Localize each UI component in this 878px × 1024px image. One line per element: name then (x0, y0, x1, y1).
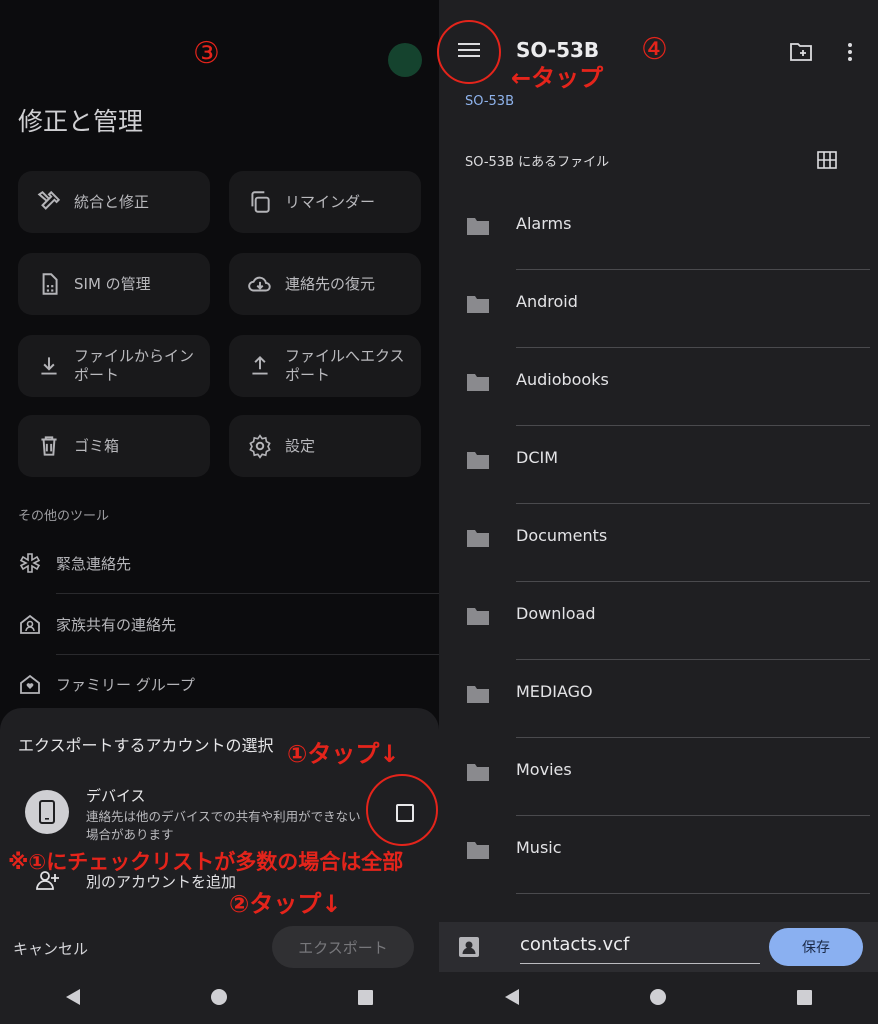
tile-import-file[interactable]: ファイルからインポート (18, 335, 210, 397)
folder-icon (467, 686, 489, 703)
more-vert-icon[interactable] (845, 40, 855, 64)
page-title: 修正と管理 (18, 107, 144, 136)
tile-trash[interactable]: ゴミ箱 (18, 415, 210, 477)
upload-icon (252, 355, 268, 375)
folder-icon (467, 452, 489, 469)
system-nav-bar (0, 970, 439, 1024)
folder-name: DCIM (516, 448, 559, 467)
copy-icon (251, 191, 270, 213)
download-icon (41, 357, 57, 375)
folder-row[interactable]: Audiobooks (439, 348, 878, 426)
sheet-title: エクスポートするアカウントの選択 (18, 736, 274, 755)
contact-card-icon (459, 937, 479, 957)
folder-name: MEDIAGO (516, 682, 593, 701)
tile-restore-contacts[interactable]: 連絡先の復元 (229, 253, 421, 315)
phone-icon (39, 800, 55, 824)
folder-name: Documents (516, 526, 608, 545)
annotation-tap2: ②タップ↓ (229, 890, 342, 918)
folder-row[interactable]: MEDIAGO (439, 660, 878, 738)
tile-settings[interactable]: 設定 (229, 415, 421, 477)
annotation-note: ※①にチェックリストが多数の場合は全部 (8, 850, 404, 874)
tile-label: 統合と修正 (74, 192, 150, 211)
tool-emergency-contacts[interactable]: 緊急連絡先 (18, 533, 439, 593)
folder-icon (467, 608, 489, 625)
folder-row[interactable]: Music (439, 816, 878, 894)
tool-label: ファミリー グループ (56, 675, 195, 694)
device-avatar (25, 790, 69, 834)
system-nav-bar (439, 970, 878, 1024)
divider (516, 893, 870, 894)
save-bar: contacts.vcf 保存 (439, 922, 878, 972)
tile-label: ファイルからインポート (74, 347, 195, 384)
annotation-step4: ④ (641, 32, 668, 67)
back-icon[interactable] (504, 989, 519, 1005)
tile-merge-fix[interactable]: 統合と修正 (18, 171, 210, 233)
tool-family-shared-contacts[interactable]: 家族共有の連絡先 (18, 594, 439, 654)
family-group-icon (20, 674, 40, 694)
recents-icon[interactable] (797, 989, 813, 1005)
device-account-name: デバイス (86, 787, 146, 805)
emergency-icon (19, 553, 41, 573)
breadcrumb[interactable]: SO-53B (465, 94, 514, 109)
folder-name: Music (516, 838, 562, 857)
folder-row[interactable]: Documents (439, 504, 878, 582)
sim-card-icon (42, 273, 58, 295)
home-icon[interactable] (649, 989, 666, 1005)
tool-label: 緊急連絡先 (56, 554, 132, 573)
home-icon[interactable] (210, 989, 227, 1005)
file-picker-screen: SO-53B SO-53B SO-53B にあるファイル Alarms Andro… (439, 0, 878, 1024)
tool-family-group[interactable]: ファミリー グループ (18, 654, 439, 714)
tile-label: ゴミ箱 (74, 436, 120, 455)
tile-label: 連絡先の復元 (285, 274, 376, 293)
folder-icon (467, 530, 489, 547)
save-button[interactable]: 保存 (769, 928, 863, 966)
recents-icon[interactable] (358, 989, 374, 1005)
device-account-desc: 連絡先は他のデバイスでの共有や利用ができない場合があります (86, 809, 361, 842)
files-heading: SO-53B にあるファイル (465, 155, 610, 170)
folder-name: Download (516, 604, 596, 623)
annotation-tap-menu: ←タップ (511, 64, 604, 92)
annotation-circle-menu (437, 20, 501, 84)
folder-row[interactable]: DCIM (439, 426, 878, 504)
tools-icon (37, 190, 61, 210)
other-tools-heading: その他のツール (18, 509, 110, 524)
cloud-restore-icon (248, 276, 271, 292)
family-contacts-icon (20, 614, 40, 634)
tile-label: 設定 (285, 436, 316, 455)
tile-reminders[interactable]: リマインダー (229, 171, 421, 233)
annotation-tap1: ①タップ↓ (287, 740, 400, 768)
folder-icon (467, 374, 489, 391)
cancel-button[interactable]: キャンセル (13, 938, 88, 959)
annotation-circle-checkbox (366, 774, 438, 846)
folder-icon (467, 218, 489, 235)
folder-row[interactable]: Download (439, 582, 878, 660)
tile-label: ファイルへエクスポート (285, 347, 405, 384)
folder-name: Movies (516, 760, 572, 779)
folder-name: Audiobooks (516, 370, 609, 389)
folder-name: Alarms (516, 214, 572, 233)
tile-label: SIM の管理 (74, 274, 151, 293)
tile-export-file[interactable]: ファイルへエクスポート (229, 335, 421, 397)
gear-icon (249, 434, 271, 459)
folder-name: Android (516, 292, 578, 311)
folder-row[interactable]: Alarms (439, 192, 878, 270)
annotation-step3: ③ (193, 36, 220, 71)
back-icon[interactable] (65, 989, 80, 1005)
folder-icon (467, 842, 489, 859)
new-folder-icon[interactable] (789, 40, 813, 62)
folder-icon (467, 296, 489, 313)
grid-view-icon[interactable] (817, 151, 837, 169)
screenshot-composite: 修正と管理 統合と修正 リマインダー SIM の管理 連絡先の復元 ファイルから… (0, 0, 878, 1024)
tile-sim-manage[interactable]: SIM の管理 (18, 253, 210, 315)
tool-label: 家族共有の連絡先 (56, 615, 177, 634)
folder-row[interactable]: Android (439, 270, 878, 348)
folder-row[interactable]: Movies (439, 738, 878, 816)
account-avatar[interactable] (388, 43, 422, 77)
filename-input[interactable]: contacts.vcf (520, 934, 760, 964)
tile-label: リマインダー (285, 192, 376, 211)
trash-icon (41, 436, 57, 456)
export-button[interactable]: エクスポート (272, 926, 414, 968)
folder-icon (467, 764, 489, 781)
